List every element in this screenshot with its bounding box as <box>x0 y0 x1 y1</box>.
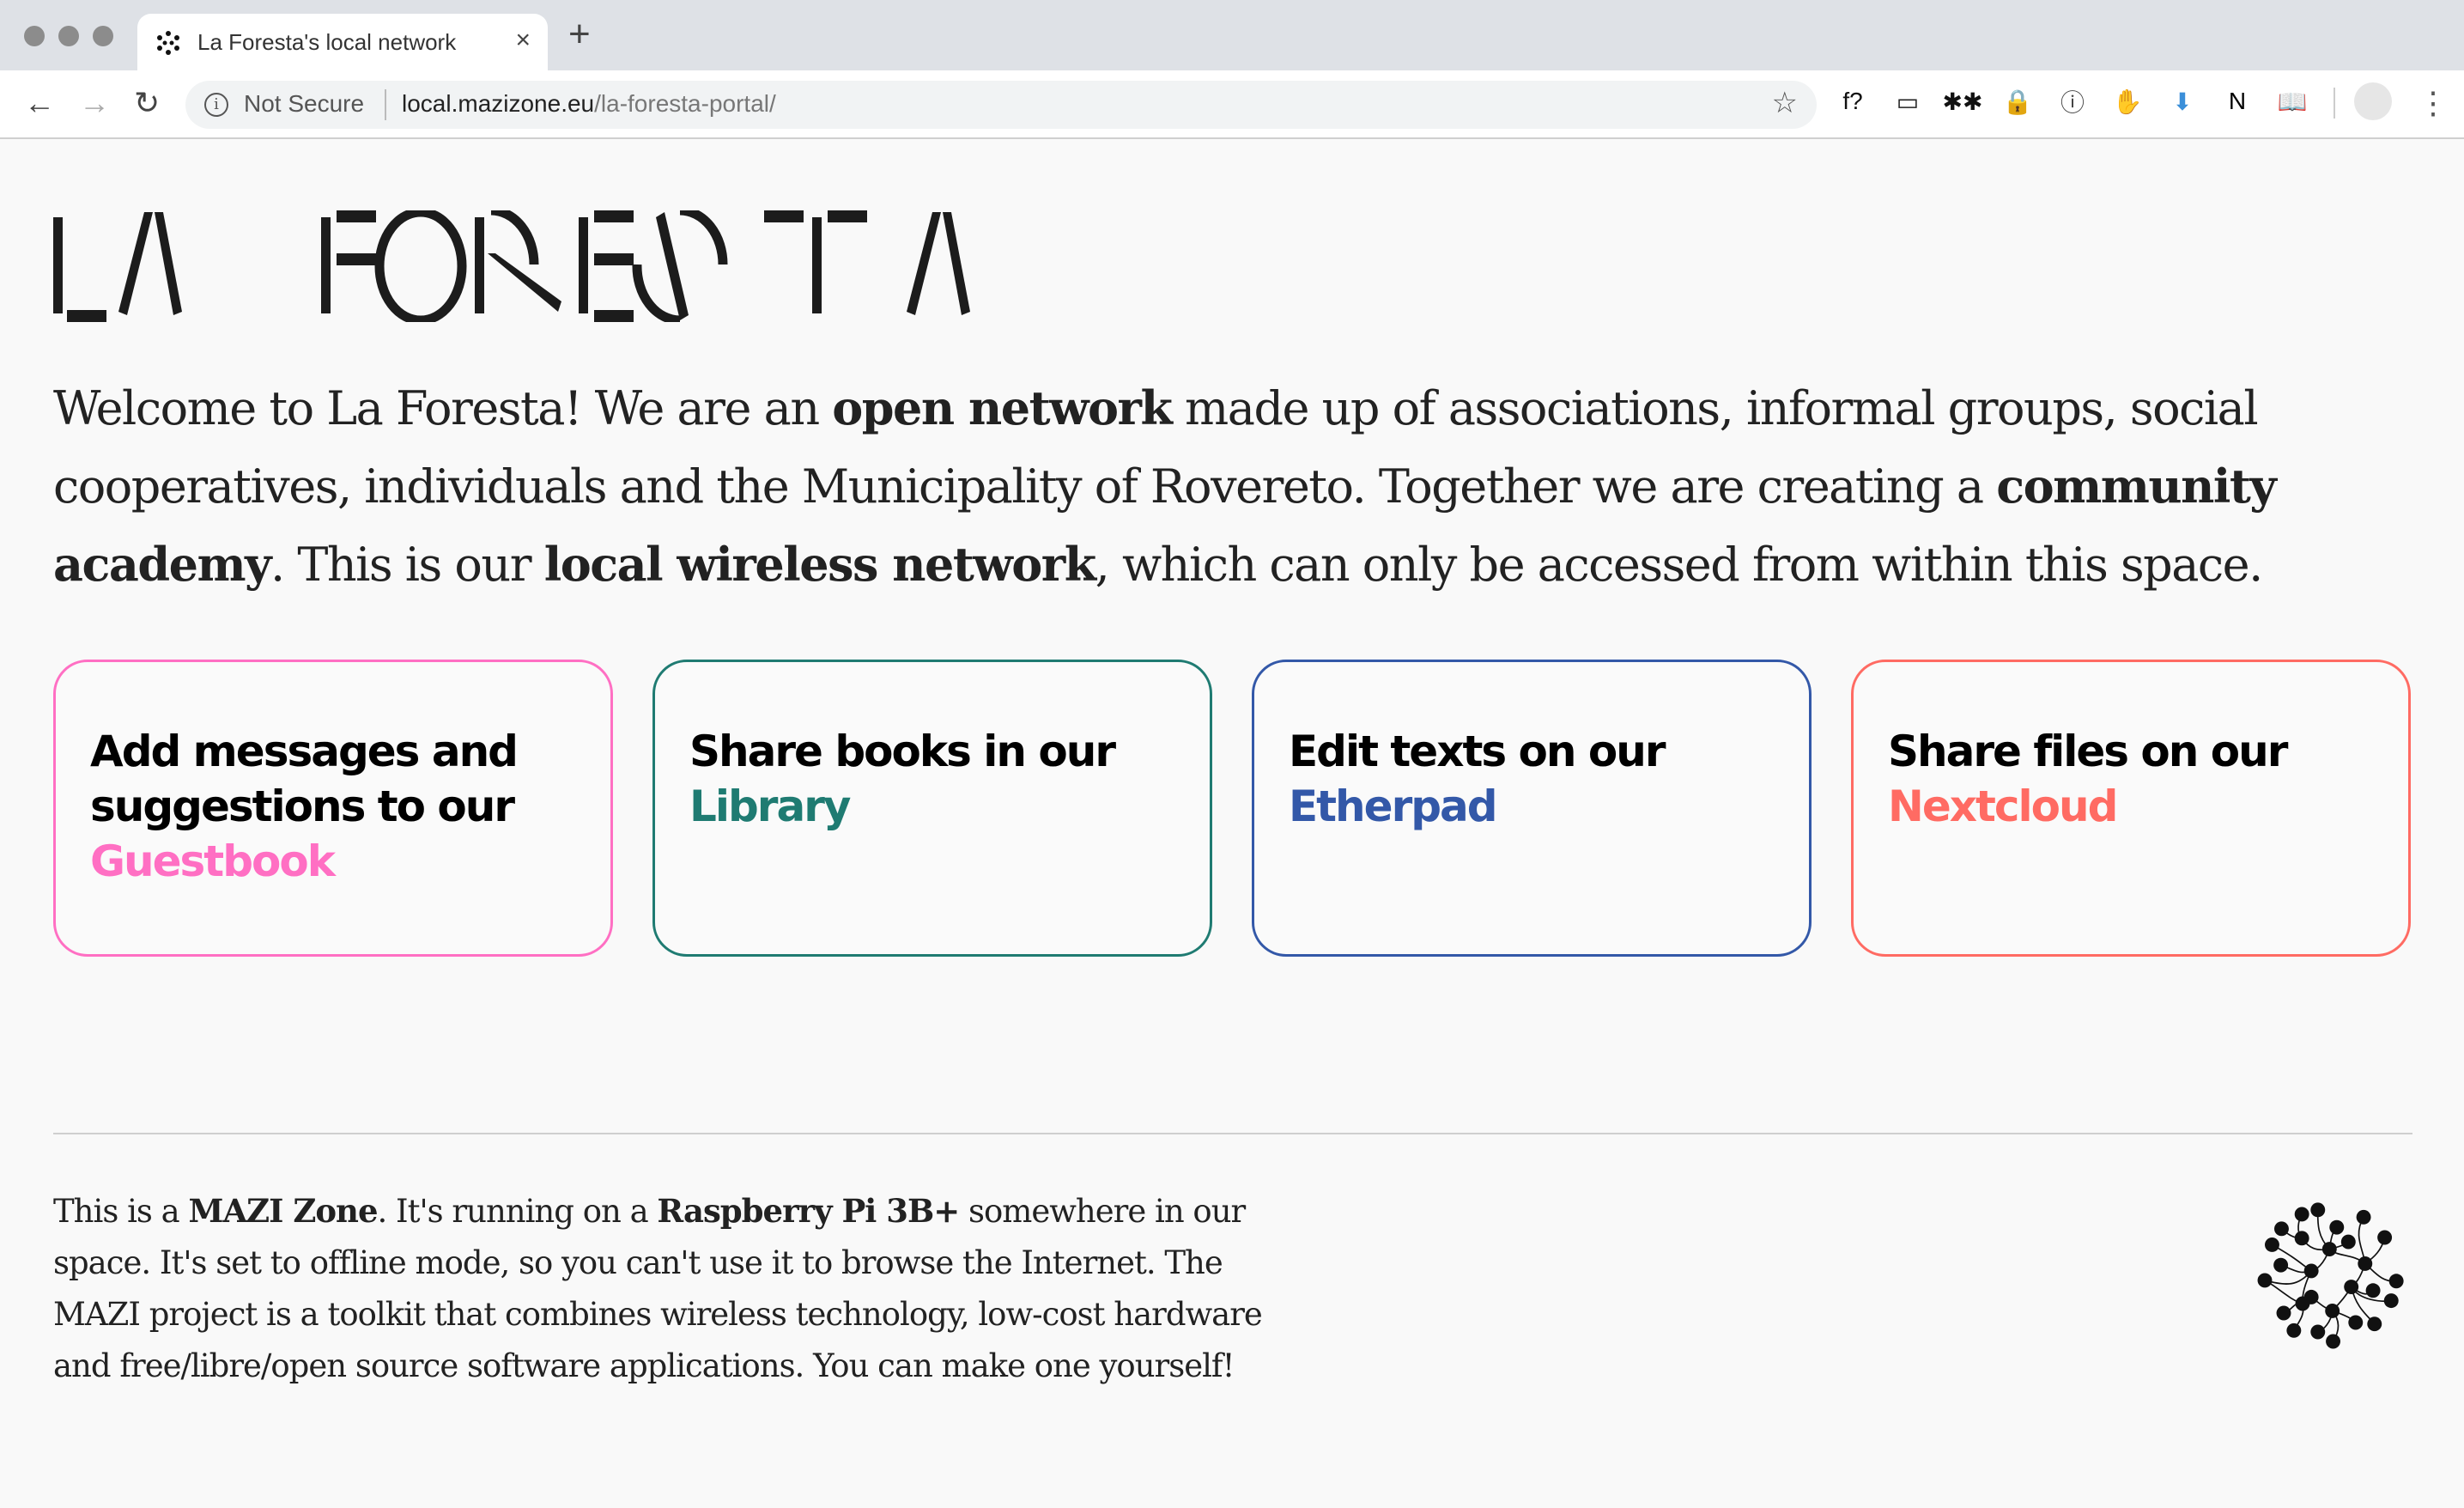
toolbar-divider <box>2334 88 2335 119</box>
guestbook-card[interactable]: Add messages and suggestions to our Gues… <box>53 660 613 957</box>
minimize-window-button[interactable] <box>58 26 79 46</box>
etherpad-card[interactable]: Edit texts on our Etherpad <box>1252 660 1812 957</box>
address-toolbar: ← → ↻ i Not Secure local.mazizone.eu/la-… <box>0 70 2464 139</box>
browser-menu-icon[interactable]: ⋮ <box>2418 84 2449 122</box>
reader-extension-icon[interactable]: 📖 <box>2277 86 2308 117</box>
nextcloud-card[interactable]: Share files on our Nextcloud <box>1851 660 2411 957</box>
service-cards: Add messages and suggestions to our Gues… <box>53 660 2412 962</box>
intro-bold-local-wireless-network: local wireless network <box>543 537 1096 592</box>
adblock-extension-icon[interactable]: ✋ <box>2112 86 2143 117</box>
url-text[interactable]: local.mazizone.eu/la-foresta-portal/ <box>402 90 776 118</box>
card-text: Add messages and suggestions to our <box>90 727 519 831</box>
back-button[interactable]: ← <box>24 84 55 122</box>
bookmark-star-icon[interactable]: ☆ <box>1772 86 1798 120</box>
footer-paragraph: This is a MAZI Zone. It's running on a R… <box>53 1185 1272 1392</box>
address-bar[interactable]: i Not Secure local.mazizone.eu/la-forest… <box>185 81 1817 129</box>
footer-divider <box>53 1133 2412 1134</box>
separator <box>385 89 386 120</box>
active-tab[interactable]: La Foresta's local network × <box>137 14 548 70</box>
tab-title: La Foresta's local network <box>197 29 457 55</box>
card-text: Share files on our <box>1888 727 2288 776</box>
url-path: /la-foresta-portal/ <box>594 90 776 117</box>
intro-text: Welcome to La Foresta! We are an <box>53 381 833 435</box>
mazi-network-logo-icon <box>2257 1202 2404 1349</box>
nextcloud-link[interactable]: Nextcloud <box>1888 781 2118 831</box>
footer-text: This is a <box>53 1193 189 1230</box>
new-tab-button[interactable]: + <box>568 15 591 53</box>
footer-bold-mazi-zone: MAZI Zone <box>188 1192 379 1230</box>
screen-capture-extension-icon[interactable]: ▭ <box>1892 86 1923 117</box>
guestbook-link[interactable]: Guestbook <box>90 836 336 886</box>
download-extension-icon[interactable]: ⬇ <box>2167 86 2198 117</box>
intro-paragraph: Welcome to La Foresta! We are an open ne… <box>53 369 2285 604</box>
info-icon[interactable]: i <box>204 93 228 117</box>
library-card[interactable]: Share books in our Library <box>652 660 1212 957</box>
footer-bold-raspberry-pi: Raspberry Pi 3B+ <box>657 1192 960 1230</box>
etherpad-link[interactable]: Etherpad <box>1289 781 1498 831</box>
library-link[interactable]: Library <box>689 781 851 831</box>
intro-text: , which can only be accessed from within… <box>1095 538 2264 592</box>
intro-bold-open-network: open network <box>832 380 1173 435</box>
footer-text: . It's running on a <box>377 1193 658 1230</box>
1password-extension-icon[interactable]: ⓘ <box>2057 86 2088 117</box>
maximize-window-button[interactable] <box>93 26 113 46</box>
profile-avatar[interactable] <box>2354 82 2392 120</box>
url-host: local.mazizone.eu <box>402 90 595 117</box>
notion-extension-icon[interactable]: N <box>2222 86 2253 117</box>
card-text: Share books in our <box>689 727 1116 776</box>
forward-button[interactable]: → <box>79 84 110 122</box>
lock-extension-icon[interactable]: 🔒 <box>2002 86 2033 117</box>
card-text: Edit texts on our <box>1289 727 1666 776</box>
la-foresta-logo: LA FORESTA <box>53 210 970 322</box>
mazi-favicon-icon <box>157 31 179 55</box>
intro-text: . This is our <box>270 538 544 592</box>
font-identifier-extension-icon[interactable]: f? <box>1837 86 1868 117</box>
close-window-button[interactable] <box>24 26 45 46</box>
spider-extension-icon[interactable]: ✱✱ <box>1943 86 1983 117</box>
tab-close-icon[interactable]: × <box>515 26 531 55</box>
tab-bar: La Foresta's local network × + <box>0 0 2464 70</box>
security-label[interactable]: Not Secure <box>244 90 364 118</box>
reload-button[interactable]: ↻ <box>134 84 160 122</box>
